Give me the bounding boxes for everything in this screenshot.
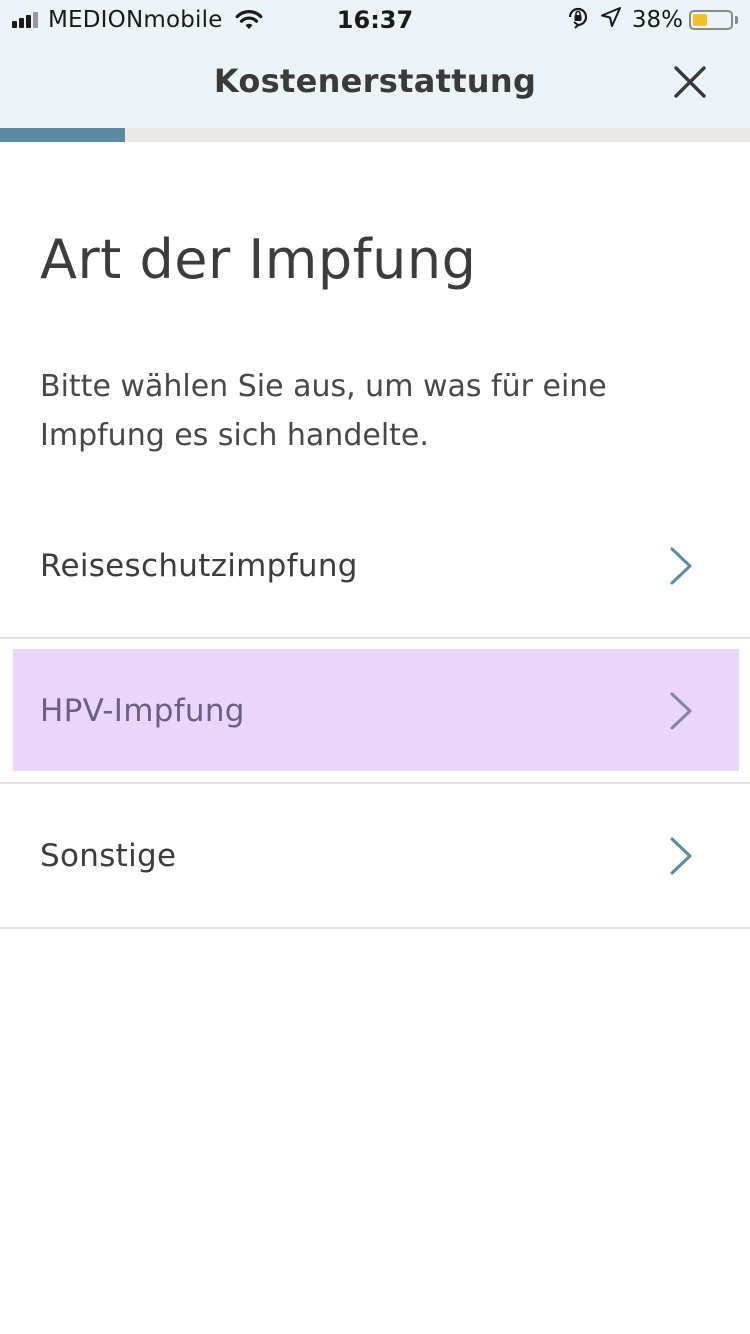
option-hpv-impfung[interactable]: HPV-Impfung	[0, 639, 750, 784]
screen: MEDIONmobile 16:37 38% Kostenerstattung …	[0, 0, 750, 1334]
orientation-lock-icon	[566, 5, 590, 35]
page-description: Bitte wählen Sie aus, um was für eine Im…	[40, 369, 607, 453]
nav-title: Kostenerstattung	[213, 62, 537, 100]
progress-track	[0, 128, 750, 142]
battery-icon	[689, 10, 733, 30]
close-icon	[674, 66, 706, 98]
close-button[interactable]	[670, 62, 710, 102]
option-sonstige[interactable]: Sonstige	[0, 784, 750, 929]
status-right: 38%	[566, 6, 738, 34]
chevron-right-icon	[670, 547, 692, 584]
progress-bar	[0, 128, 125, 142]
status-bar: MEDIONmobile 16:37 38%	[0, 0, 750, 40]
battery-tip	[735, 16, 738, 24]
option-list: Reiseschutzimpfung HPV-Impfung Sonstige	[0, 494, 750, 929]
chevron-right-icon	[670, 692, 692, 729]
battery-percent: 38%	[631, 7, 683, 33]
option-label: Sonstige	[40, 837, 177, 874]
battery-level	[693, 14, 707, 26]
option-label: Reiseschutzimpfung	[40, 547, 358, 584]
location-arrow-icon	[600, 6, 622, 34]
nav-bar: Kostenerstattung	[0, 40, 750, 128]
chevron-right-icon	[670, 837, 692, 874]
option-reiseschutzimpfung[interactable]: Reiseschutzimpfung	[0, 494, 750, 639]
page-title: Art der Impfung	[40, 228, 477, 291]
option-label: HPV-Impfung	[40, 692, 245, 729]
